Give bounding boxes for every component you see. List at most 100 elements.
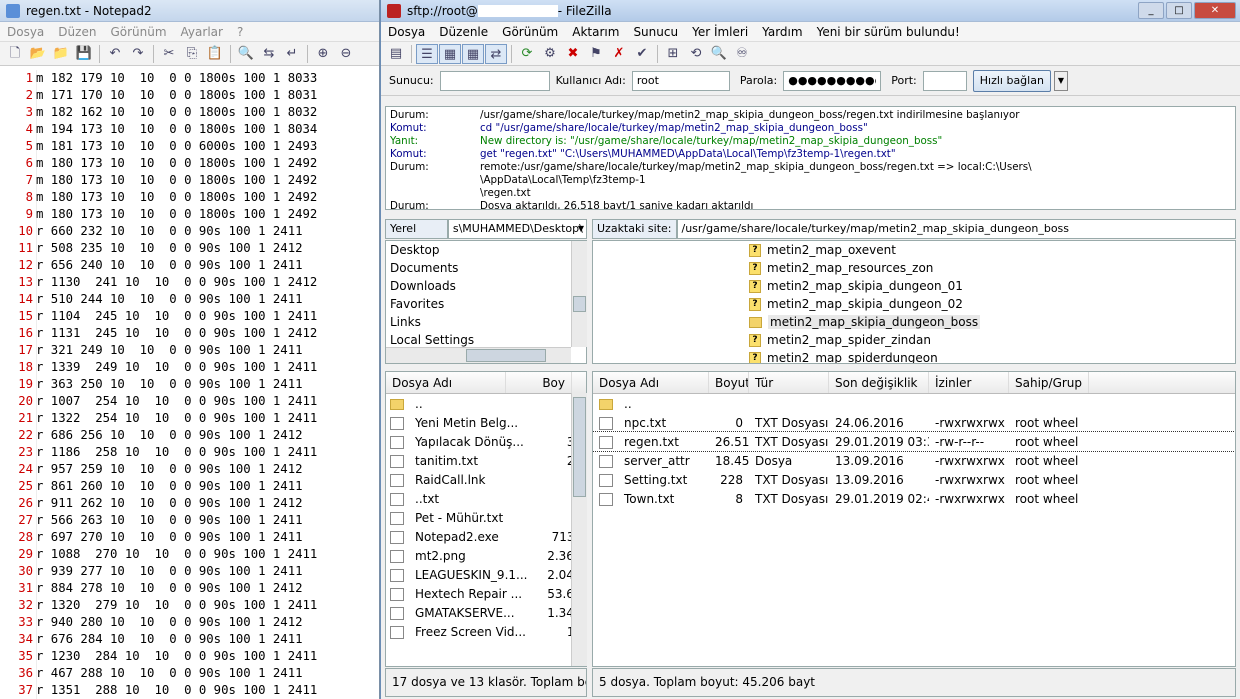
notepad-menu-item[interactable]: ? [230,25,250,39]
line-text[interactable]: r 1088 270 10 10 0 0 90s 100 1 2411 [36,546,317,563]
text-line[interactable]: 33 r 940 280 10 10 0 0 90s 100 1 2412 [0,614,379,631]
text-line[interactable]: 21 r 1322 254 10 10 0 0 90s 100 1 2411 [0,410,379,427]
local-file-row[interactable]: LEAGUESKIN_9.1...2.046.2 [386,565,586,584]
text-line[interactable]: 32 r 1320 279 10 10 0 0 90s 100 1 2411 [0,597,379,614]
text-line[interactable]: 12 r 656 240 10 10 0 0 90s 100 1 2411 [0,257,379,274]
new-icon[interactable]: 🗋 [4,44,26,64]
local-tree-item[interactable]: Links [386,313,586,331]
line-text[interactable]: r 1186 258 10 10 0 0 90s 100 1 2411 [36,444,317,461]
copy-icon[interactable]: ⎘ [181,44,203,64]
text-line[interactable]: 20 r 1007 254 10 10 0 0 90s 100 1 2411 [0,393,379,410]
wordwrap-icon[interactable]: ↵ [281,44,303,64]
line-text[interactable]: r 957 259 10 10 0 0 90s 100 1 2412 [36,461,303,478]
refresh-icon[interactable]: ⟳ [516,44,538,64]
line-text[interactable]: r 363 250 10 10 0 0 90s 100 1 2411 [36,376,303,393]
line-text[interactable]: r 321 249 10 10 0 0 90s 100 1 2411 [36,342,303,359]
filezilla-menu-item[interactable]: Yardım [755,25,809,39]
compare-icon[interactable]: ⊞ [662,44,684,64]
line-text[interactable]: r 884 278 10 10 0 0 90s 100 1 2412 [36,580,303,597]
line-text[interactable]: r 676 284 10 10 0 0 90s 100 1 2411 [36,631,303,648]
local-path-input[interactable]: s\MUHAMMED\Desktop\ ▼ [447,219,587,239]
text-line[interactable]: 15 r 1104 245 10 10 0 0 90s 100 1 2411 [0,308,379,325]
local-column-header[interactable]: Dosya Adı [386,372,506,393]
text-line[interactable]: 17 r 321 249 10 10 0 0 90s 100 1 2411 [0,342,379,359]
remote-tree-item[interactable]: ? metin2_map_skipia_dungeon_01 [593,277,1235,295]
remote-column-header[interactable]: Son değişiklik [829,372,929,393]
host-input[interactable] [439,70,550,91]
text-line[interactable]: 29 r 1088 270 10 10 0 0 90s 100 1 2411 [0,546,379,563]
notepad-menu-item[interactable]: Düzen [51,25,103,39]
browse-icon[interactable]: 📁 [50,44,72,64]
remote-column-header[interactable]: Dosya Adı [593,372,709,393]
local-file-row[interactable]: Yapılacak Dönüş...3.3 [386,432,586,451]
text-line[interactable]: 8m 180 173 10 10 0 0 1800s 100 1 2492 [0,189,379,206]
zoom-out-icon[interactable]: ⊖ [335,44,357,64]
text-line[interactable]: 24 r 957 259 10 10 0 0 90s 100 1 2412 [0,461,379,478]
local-file-row[interactable]: RaidCall.lnk9 [386,470,586,489]
text-line[interactable]: 16 r 1131 245 10 10 0 0 90s 100 1 2412 [0,325,379,342]
password-input[interactable] [783,70,882,91]
filezilla-menu-item[interactable]: Düzenle [432,25,495,39]
remote-file-list[interactable]: Dosya Adı Boyut Tür Son değişiklik İzinler Sa… [592,371,1236,667]
local-list-scrollbar[interactable] [571,393,587,666]
filter-icon[interactable]: ✔ [631,44,653,64]
filezilla-menu-item[interactable]: Dosya [381,25,432,39]
line-text[interactable]: r 656 240 10 10 0 0 90s 100 1 2411 [36,257,303,274]
text-line[interactable]: 19 r 363 250 10 10 0 0 90s 100 1 2411 [0,376,379,393]
local-file-row[interactable]: ..txt1 [386,489,586,508]
text-line[interactable]: 10 r 660 232 10 10 0 0 90s 100 1 2411 [0,223,379,240]
local-file-row[interactable]: Hextech Repair ...53.616.6 [386,584,586,603]
text-line[interactable]: 9m 180 173 10 10 0 0 1800s 100 1 2492 [0,206,379,223]
remote-path-input[interactable]: /usr/game/share/locale/turkey/map/metin2… [676,219,1236,239]
sync-browse-icon[interactable]: ⟲ [685,44,707,64]
text-line[interactable]: 6m 180 173 10 10 0 0 1800s 100 1 2492 [0,155,379,172]
filezilla-menu-item[interactable]: Yer İmleri [685,25,755,39]
text-line[interactable]: 7m 180 173 10 10 0 0 1800s 100 1 2492 [0,172,379,189]
local-file-row[interactable]: tanitim.txt2.4 [386,451,586,470]
zoom-in-icon[interactable]: ⊕ [312,44,334,64]
local-file-row[interactable]: Pet - Mühür.txt3 [386,508,586,527]
toggle-log-icon[interactable]: ☰ [416,43,438,64]
remote-file-row[interactable]: server_attr 18.452 Dosya 13.09.2016 -rwxrwxr… [593,451,1235,470]
redo-icon[interactable]: ↷ [127,44,149,64]
local-tree-item[interactable]: Documents [386,259,586,277]
text-line[interactable]: 3m 182 162 10 10 0 0 1800s 100 1 8032 [0,104,379,121]
line-text[interactable]: r 1131 245 10 10 0 0 90s 100 1 2412 [36,325,317,342]
line-text[interactable]: r 697 270 10 10 0 0 90s 100 1 2411 [36,529,303,546]
local-file-row[interactable]: Yeni Metin Belg...9 [386,413,586,432]
save-icon[interactable]: 💾 [73,44,95,64]
line-text[interactable]: r 1230 284 10 10 0 0 90s 100 1 2411 [36,648,317,665]
replace-icon[interactable]: ⇆ [258,44,280,64]
remote-file-row[interactable]: .. [593,394,1235,413]
search-icon[interactable]: 🔍 [708,44,730,64]
binoculars-icon[interactable]: ♾ [731,44,753,64]
remote-tree-item[interactable]: ? metin2_map_skipia_dungeon_02 [593,295,1235,313]
local-file-row[interactable]: .. [386,394,586,413]
line-text[interactable]: m 171 170 10 10 0 0 1800s 100 1 8031 [36,87,317,104]
minimize-icon[interactable]: _ [1138,2,1164,19]
paste-icon[interactable]: 📋 [204,44,226,64]
line-text[interactable]: m 180 173 10 10 0 0 1800s 100 1 2492 [36,172,317,189]
remote-file-row[interactable]: regen.txt 26.518 TXT Dosyası 29.01.2019 03:… [593,431,1235,452]
text-line[interactable]: 30 r 939 277 10 10 0 0 90s 100 1 2411 [0,563,379,580]
remote-file-row[interactable]: Town.txt 8 TXT Dosyası 29.01.2019 02:4... -r… [593,489,1235,508]
remote-tree-item[interactable]: ? metin2_map_spider_zindan [593,331,1235,349]
text-editor[interactable]: 1m 182 179 10 10 0 0 1800s 100 1 8033 2 m … [0,70,379,699]
text-line[interactable]: 31 r 884 278 10 10 0 0 90s 100 1 2412 [0,580,379,597]
remote-column-header[interactable]: Sahip/Grup [1009,372,1089,393]
text-line[interactable]: 26 r 911 262 10 10 0 0 90s 100 1 2412 [0,495,379,512]
line-text[interactable]: r 1339 249 10 10 0 0 90s 100 1 2411 [36,359,317,376]
toggle-remote-tree-icon[interactable]: ▦ [462,43,484,64]
line-text[interactable]: r 1007 254 10 10 0 0 90s 100 1 2411 [36,393,317,410]
line-text[interactable]: r 911 262 10 10 0 0 90s 100 1 2412 [36,495,303,512]
local-file-row[interactable]: Notepad2.exe 713.7 [386,527,586,546]
text-line[interactable]: 18 r 1339 249 10 10 0 0 90s 100 1 2411 [0,359,379,376]
filezilla-titlebar[interactable]: sftp://root@ - FileZilla _ □ ✕ [381,0,1240,22]
line-text[interactable]: m 182 162 10 10 0 0 1800s 100 1 8032 [36,104,317,121]
disconnect-icon[interactable]: ⚑ [585,44,607,64]
remote-tree-item[interactable]: ? metin2_map_spiderdungeon [593,349,1235,363]
line-text[interactable]: m 180 173 10 10 0 0 1800s 100 1 2492 [36,206,317,223]
line-text[interactable]: r 508 235 10 10 0 0 90s 100 1 2412 [36,240,303,257]
text-line[interactable]: 35 r 1230 284 10 10 0 0 90s 100 1 2411 [0,648,379,665]
filezilla-menu-item[interactable]: Sunucu [626,25,685,39]
